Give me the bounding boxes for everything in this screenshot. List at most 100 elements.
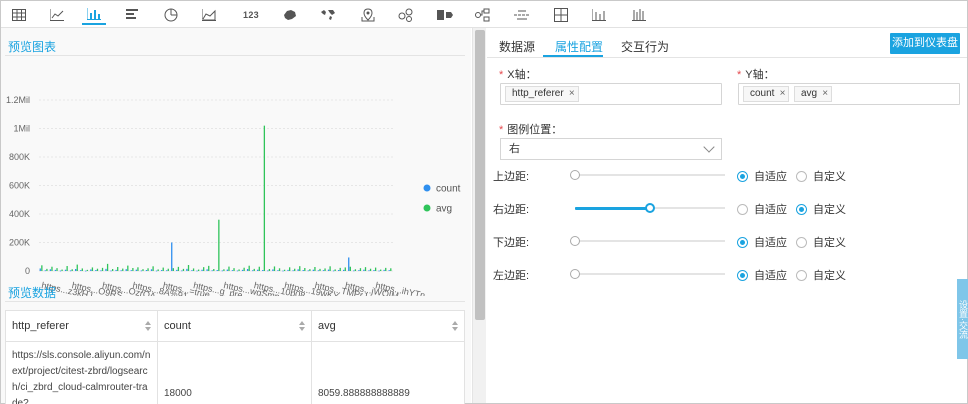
- margin-radio-auto[interactable]: 自适应: [737, 201, 787, 217]
- x-axis-label: * X轴：: [499, 69, 537, 81]
- horizontal-bar-icon[interactable]: [121, 4, 145, 25]
- bar-avg: [122, 268, 124, 271]
- bar-avg: [167, 268, 169, 271]
- remove-tag-icon[interactable]: ×: [780, 87, 786, 101]
- margin-slider-handle[interactable]: [570, 236, 580, 246]
- bar-count: [54, 269, 57, 271]
- margin-slider-handle[interactable]: [645, 203, 655, 213]
- bar-avg: [46, 268, 48, 271]
- column-header-label: avg: [318, 320, 336, 332]
- sort-icon[interactable]: [452, 321, 458, 331]
- bar-count: [160, 270, 163, 271]
- location-map-icon[interactable]: [356, 4, 380, 25]
- preview-scrollbar-thumb[interactable]: [475, 30, 485, 320]
- radio-dot[interactable]: [796, 203, 807, 215]
- radio-dot[interactable]: [737, 203, 748, 215]
- margin-slider-handle[interactable]: [570, 269, 580, 279]
- radio-dot[interactable]: [737, 170, 748, 182]
- column-icon[interactable]: [627, 4, 651, 25]
- add-to-dashboard-button[interactable]: 添加到仪表盘: [890, 33, 960, 54]
- bar-avg: [385, 267, 387, 271]
- radio-dot[interactable]: [737, 269, 748, 281]
- bar-avg: [339, 267, 341, 271]
- margin-radio-auto[interactable]: 自适应: [737, 168, 787, 184]
- margin-radio-custom[interactable]: 自定义: [796, 234, 846, 250]
- margin-radio-custom[interactable]: 自定义: [796, 201, 846, 217]
- area-chart-icon[interactable]: [197, 4, 221, 25]
- bar-avg: [192, 268, 195, 271]
- word-cloud-icon[interactable]: [510, 4, 534, 25]
- bar-avg: [172, 268, 174, 271]
- radio-dot[interactable]: [796, 236, 807, 248]
- preview-data-table: http_referer count avg https://sls.conso…: [5, 310, 465, 404]
- flow-chart-icon[interactable]: [394, 4, 418, 25]
- bar-avg: [51, 266, 53, 271]
- bar-avg: [142, 269, 144, 271]
- bar-avg: [319, 268, 321, 271]
- sort-icon[interactable]: [299, 321, 305, 331]
- margin-radio-auto[interactable]: 自适应: [737, 234, 787, 250]
- bar-avg: [157, 269, 159, 271]
- bar-count: [327, 269, 330, 271]
- remove-tag-icon[interactable]: ×: [822, 87, 828, 101]
- y-axis-label: * Y轴：: [737, 69, 775, 81]
- margin-slider-track[interactable]: [575, 174, 725, 176]
- table-header: http_referer count avg: [6, 311, 464, 342]
- y-tick-label: 0: [25, 266, 30, 276]
- radio-label: 自适应: [754, 171, 787, 183]
- preview-scrollbar[interactable]: [472, 28, 486, 403]
- radio-label: 自适应: [754, 237, 787, 249]
- margin-label: 下边距:: [493, 237, 530, 249]
- map-world-icon[interactable]: [316, 4, 340, 25]
- table-icon[interactable]: [7, 4, 31, 25]
- margin-slider-track[interactable]: [575, 240, 725, 242]
- bar-count: [337, 270, 340, 271]
- bar-avg: [243, 267, 245, 271]
- tabs-divider: [487, 57, 967, 58]
- bar-count: [221, 270, 223, 272]
- sort-icon[interactable]: [145, 321, 151, 331]
- side-float-tab[interactable]: 设置·交流: [957, 279, 968, 359]
- margin-slider-handle[interactable]: [570, 170, 580, 180]
- bar-count: [125, 269, 127, 271]
- map-china-icon[interactable]: [278, 4, 302, 25]
- tab-data-source[interactable]: 数据源: [499, 38, 535, 55]
- bar-avg: [344, 267, 346, 271]
- legend-position-select[interactable]: 右: [500, 138, 722, 160]
- legend-marker-avg: [423, 204, 431, 212]
- margin-radio-custom[interactable]: 自定义: [796, 168, 846, 184]
- tree-icon[interactable]: [471, 4, 495, 25]
- bar-chart-icon[interactable]: [82, 4, 106, 25]
- y-tick-label: 800K: [9, 152, 30, 162]
- column-header-http-referer[interactable]: http_referer: [6, 311, 158, 341]
- radio-dot[interactable]: [737, 236, 748, 248]
- tab-interaction[interactable]: 交互行为: [621, 38, 669, 55]
- board-icon[interactable]: [549, 4, 573, 25]
- bar-count: [332, 270, 335, 272]
- column-header-avg[interactable]: avg: [312, 311, 464, 341]
- margin-radio-custom[interactable]: 自定义: [796, 267, 846, 283]
- tab-properties[interactable]: 属性配置: [555, 38, 603, 55]
- number-icon[interactable]: 123: [237, 4, 265, 25]
- margin-slider-track[interactable]: [575, 273, 725, 275]
- bar-avg: [248, 265, 250, 271]
- line-chart-icon[interactable]: [45, 4, 69, 25]
- funnel-icon[interactable]: [433, 4, 457, 25]
- bar-chart: 0200K400K600K800K1Mil1.2Milhttps...z3kHJ…: [6, 95, 461, 296]
- column-header-count[interactable]: count: [158, 311, 312, 341]
- margin-label: 上边距:: [493, 171, 530, 183]
- bar-avg: [278, 268, 281, 271]
- bar-avg: [233, 268, 235, 271]
- x-axis-field[interactable]: http_referer ×: [500, 83, 722, 105]
- legend-marker-count: [423, 184, 431, 192]
- histogram-icon[interactable]: [587, 4, 611, 25]
- radio-dot[interactable]: [796, 170, 807, 182]
- pie-chart-icon[interactable]: [159, 4, 183, 25]
- y-axis-field[interactable]: count × avg ×: [738, 83, 960, 105]
- radio-dot[interactable]: [796, 269, 807, 281]
- bar-count: [378, 270, 380, 272]
- y-axis-tag-label: count: [750, 88, 775, 99]
- remove-tag-icon[interactable]: ×: [569, 87, 575, 101]
- margin-radio-auto[interactable]: 自适应: [737, 267, 787, 283]
- bar-avg: [369, 268, 372, 271]
